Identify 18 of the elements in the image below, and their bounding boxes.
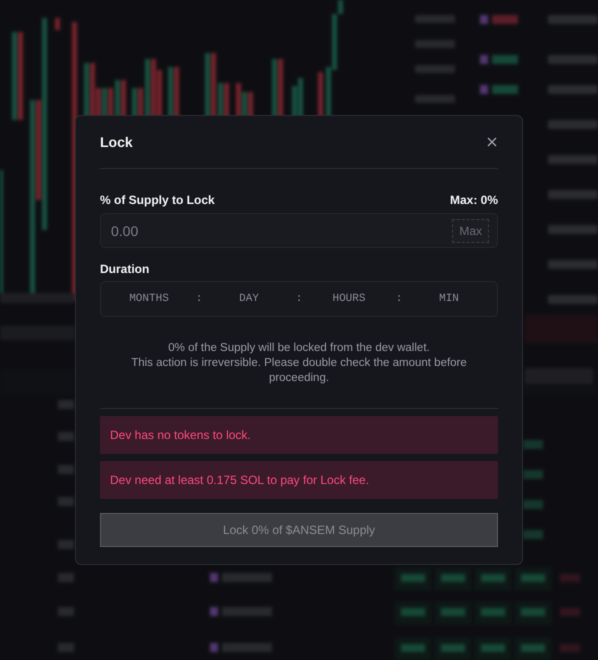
separator: : (294, 293, 304, 305)
separator: : (394, 293, 404, 305)
duration-input[interactable]: DAY (209, 293, 289, 305)
error-message: Dev has no tokens to lock. (100, 416, 498, 454)
duration-input[interactable]: MIN (409, 293, 489, 305)
max-note: Max: 0% (450, 193, 498, 207)
close-button[interactable] (486, 136, 498, 148)
duration-input[interactable]: HOURS (309, 293, 389, 305)
max-button[interactable]: Max (452, 218, 489, 242)
duration-input[interactable]: MONTHS (109, 293, 189, 305)
lock-notice: 0% of the Supply will be locked from the dev wallet. This action is irreversible. Please double check the amount before proceeding. (100, 341, 498, 409)
close-icon (486, 136, 498, 148)
duration-label: Duration (100, 262, 150, 276)
supply-label: % of Supply to Lock (100, 193, 215, 207)
separator: : (194, 293, 204, 305)
supply-input-field[interactable]: 0.00 Max (100, 213, 498, 248)
dialog-title: Lock (100, 134, 133, 150)
error-message: Dev need at least 0.175 SOL to pay for Lock fee. (100, 461, 498, 499)
